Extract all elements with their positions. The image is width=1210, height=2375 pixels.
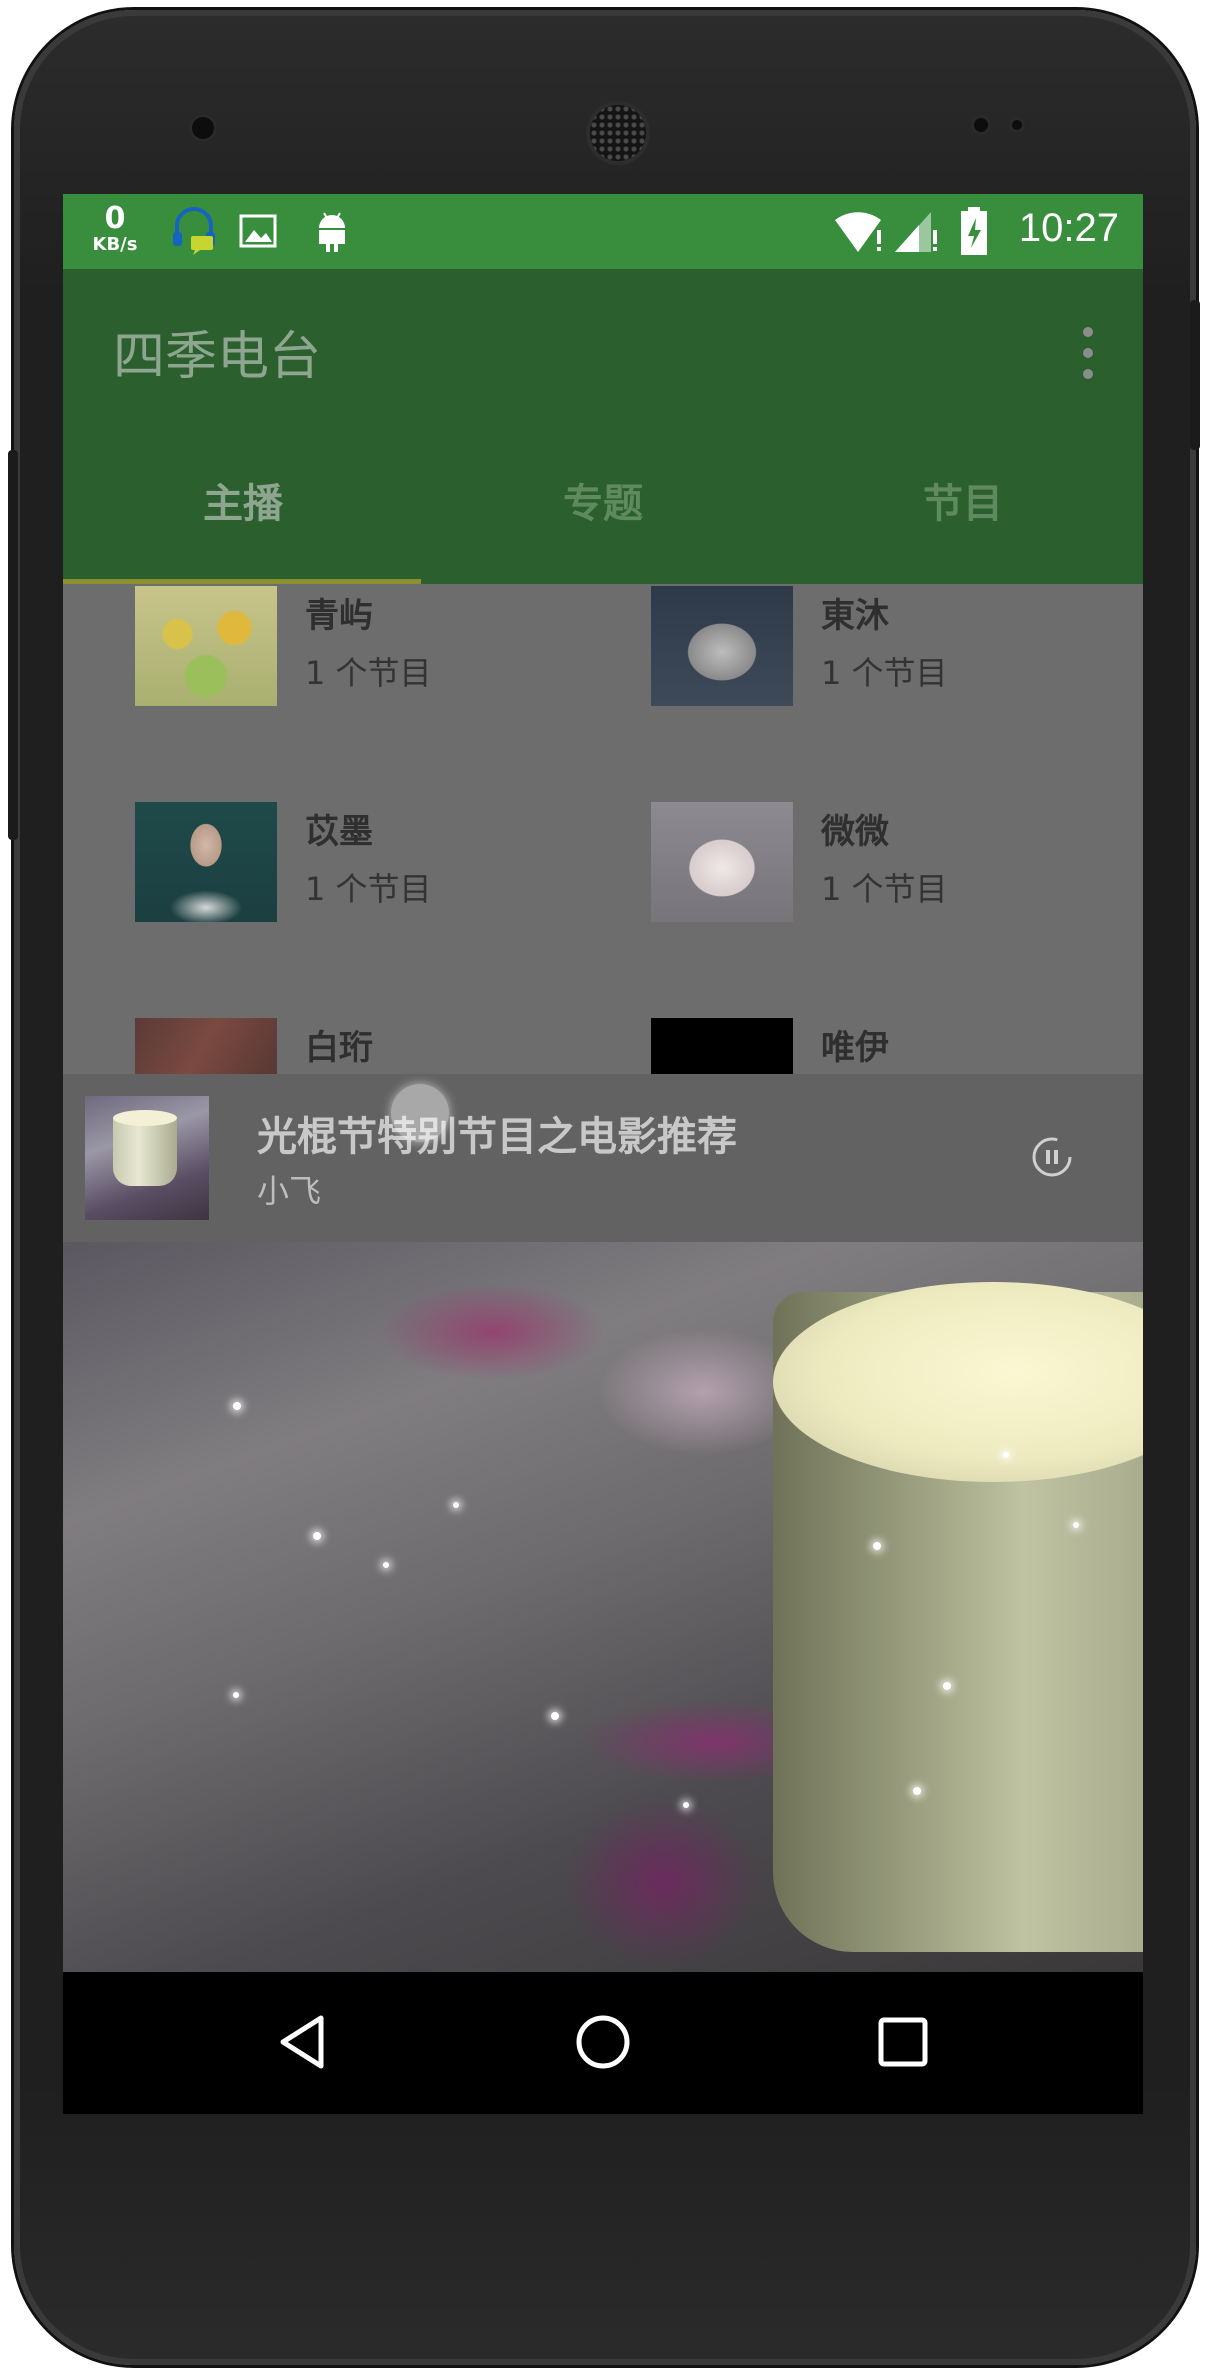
anchor-avatar (135, 586, 277, 706)
image-icon (239, 214, 277, 248)
anchor-item[interactable]: 微微 1 个节目 (651, 802, 1131, 942)
back-icon[interactable] (273, 2012, 333, 2072)
tab-topics[interactable]: 专题 (423, 429, 783, 584)
anchor-item[interactable]: 青屿 1 个节目 (135, 586, 615, 726)
tab-anchors[interactable]: 主播 (63, 429, 423, 584)
anchor-name: 苡墨 (305, 812, 373, 852)
battery-icon (961, 207, 987, 255)
status-bar: 0 KB/s 10:27 (63, 194, 1143, 269)
anchor-program-count: 1 个节目 (821, 654, 948, 692)
recents-icon[interactable] (873, 2012, 933, 2072)
android-icon (319, 212, 345, 252)
anchor-item[interactable]: 唯伊 (651, 1018, 1131, 1074)
now-playing-bar[interactable]: 光棍节特别节目之电影推荐 小飞 (63, 1074, 1143, 1242)
anchor-avatar (135, 1018, 277, 1074)
clock: 10:27 (1018, 206, 1119, 250)
anchor-avatar (651, 1018, 793, 1074)
anchor-item[interactable]: 苡墨 1 个节目 (135, 802, 615, 942)
sensor (1012, 120, 1022, 130)
volume-button (8, 450, 18, 840)
overflow-menu-icon[interactable] (1083, 327, 1093, 379)
anchor-item[interactable]: 東沐 1 个节目 (651, 586, 1131, 726)
now-playing-cover (85, 1096, 209, 1220)
anchor-program-count: 1 个节目 (305, 654, 432, 692)
sensor (974, 118, 988, 132)
network-speed: 0 KB/s (85, 204, 145, 254)
anchor-avatar (651, 586, 793, 706)
screen: 0 KB/s 10:27 四季电台 主播 专题 节目 青屿 1 个节目 東沐 1… (63, 194, 1143, 2114)
navigation-bar (63, 1972, 1143, 2114)
wifi-icon (835, 212, 881, 252)
anchor-name: 青屿 (305, 596, 373, 636)
anchor-name: 微微 (821, 812, 889, 852)
anchor-name: 唯伊 (821, 1028, 889, 1068)
front-camera (192, 117, 214, 139)
anchor-name: 白珩 (305, 1028, 373, 1068)
home-icon[interactable] (573, 2012, 633, 2072)
anchor-grid: 青屿 1 个节目 東沐 1 个节目 苡墨 1 个节目 微微 1 个节目 白珩 唯… (63, 584, 1143, 1074)
pause-icon[interactable] (1031, 1136, 1073, 1178)
anchor-item[interactable]: 白珩 (135, 1018, 615, 1074)
player-artwork (63, 1242, 1143, 1972)
tab-programs[interactable]: 节目 (783, 429, 1143, 584)
network-speed-unit: KB/s (92, 234, 138, 255)
anchor-avatar (135, 802, 277, 922)
signal-icon (895, 212, 937, 252)
power-button (1190, 300, 1200, 450)
now-playing-host: 小飞 (257, 1172, 322, 1210)
anchor-avatar (651, 802, 793, 922)
app-title: 四季电台 (113, 327, 322, 387)
network-speed-value: 0 (104, 201, 126, 236)
headset-chat-icon (173, 207, 215, 255)
anchor-program-count: 1 个节目 (821, 870, 948, 908)
touch-indicator (391, 1084, 449, 1142)
earpiece-grille (590, 105, 646, 161)
tab-bar: 主播 专题 节目 (63, 429, 1143, 584)
anchor-name: 東沐 (821, 596, 889, 636)
anchor-program-count: 1 个节目 (305, 870, 432, 908)
app-bar: 四季电台 (63, 269, 1143, 429)
now-playing-title: 光棍节特别节目之电影推荐 (257, 1114, 737, 1160)
